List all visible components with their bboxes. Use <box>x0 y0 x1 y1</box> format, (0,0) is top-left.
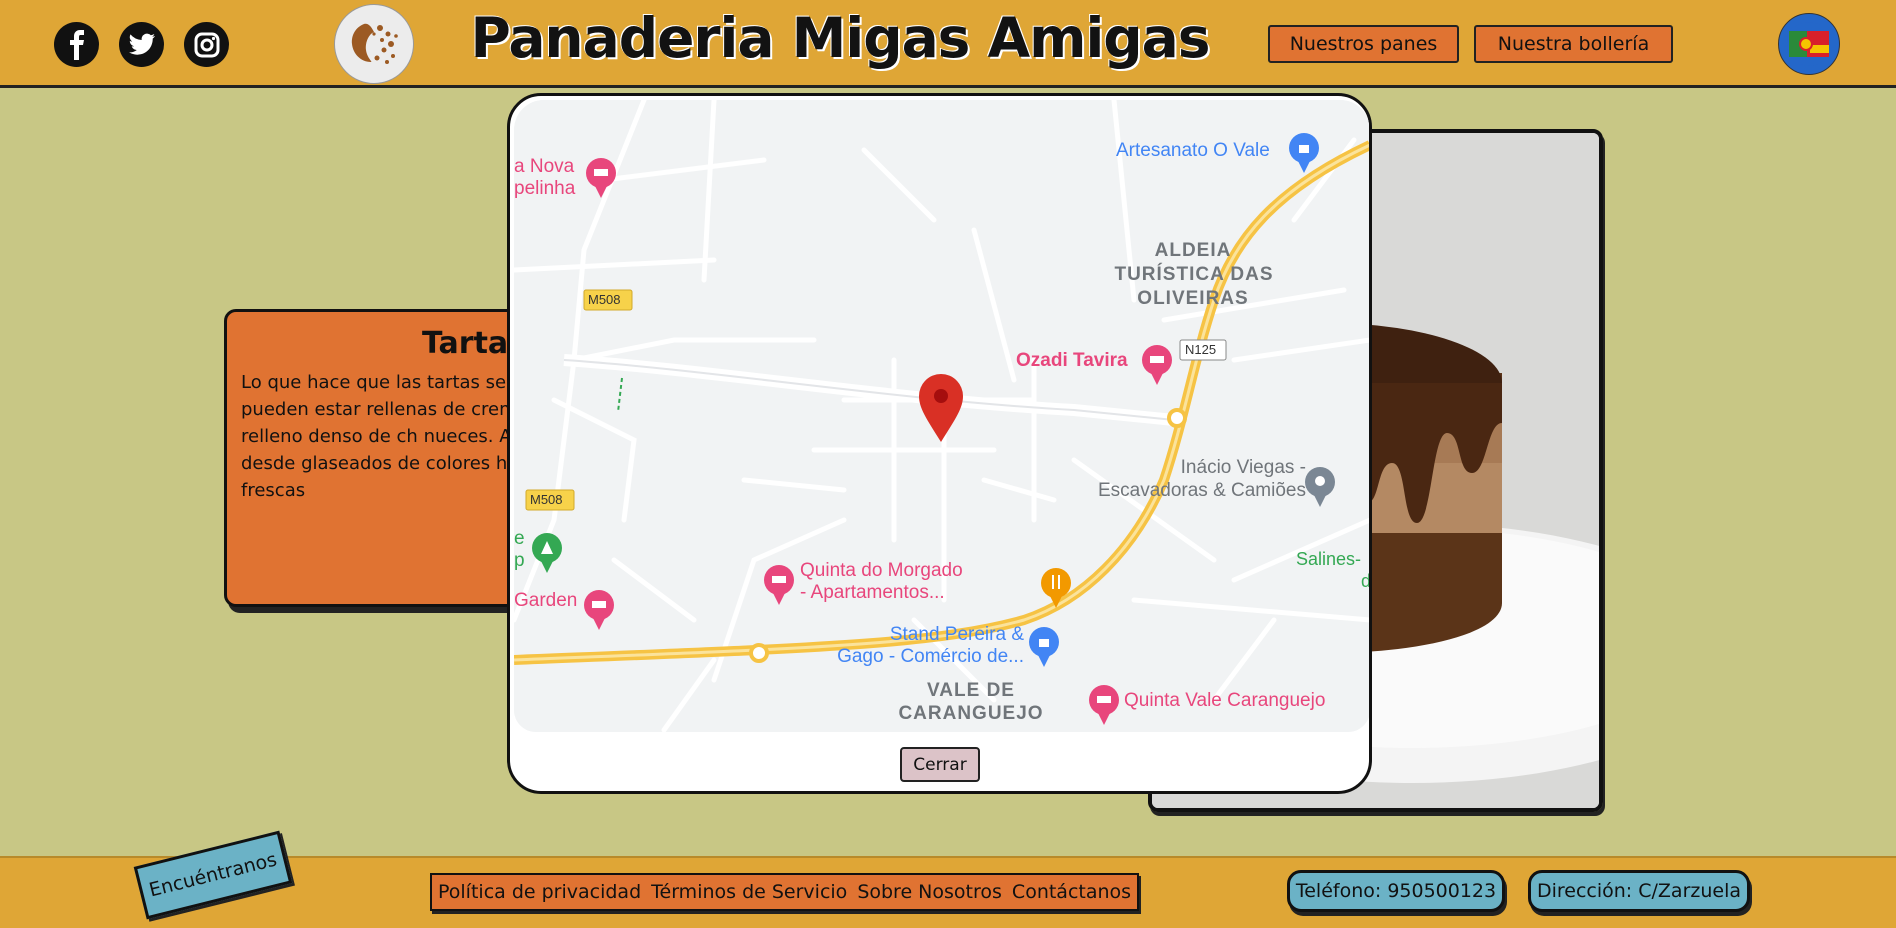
road-shield: M508 <box>530 492 563 507</box>
contact-link[interactable]: Contáctanos <box>1012 881 1131 903</box>
phone-badge: Teléfono: 950500123 <box>1287 870 1505 912</box>
privacy-policy-link[interactable]: Política de privacidad <box>438 881 641 903</box>
nav-breads-button[interactable]: Nuestros panes <box>1268 25 1459 63</box>
map-label: a Nova <box>514 156 575 177</box>
map-label: CARANGUEJO <box>898 703 1044 724</box>
map-label: Artesanato O Vale <box>1116 140 1270 161</box>
bakery-logo[interactable] <box>334 4 414 84</box>
site-title: Panaderia Migas Amigas <box>470 6 1210 70</box>
terms-of-service-link[interactable]: Términos de Servicio <box>651 881 847 903</box>
nav-pastries-button[interactable]: Nuestra bollería <box>1474 25 1673 63</box>
about-us-link[interactable]: Sobre Nosotros <box>857 881 1002 903</box>
map-label: p <box>514 550 525 571</box>
close-modal-button[interactable]: Cerrar <box>900 747 980 782</box>
footer-links: Política de privacidad Términos de Servi… <box>430 873 1140 911</box>
map-label: e <box>514 528 525 549</box>
facebook-icon[interactable] <box>54 22 99 67</box>
map-label: Stand Pereira & <box>889 624 1024 645</box>
map-label: d <box>1361 571 1369 592</box>
location-modal: a Nova pelinha Artesanato O Vale ALDEIA … <box>507 93 1372 794</box>
map-label: Ozadi Tavira <box>1016 350 1128 371</box>
language-flag-button[interactable] <box>1778 13 1840 75</box>
map-label: ALDEIA <box>1154 240 1232 261</box>
road-shield: N125 <box>1185 342 1217 357</box>
map-label: OLIVEIRAS <box>1137 288 1249 309</box>
location-map[interactable]: a Nova pelinha Artesanato O Vale ALDEIA … <box>514 100 1369 732</box>
map-label: Salines- <box>1296 549 1362 569</box>
map-label: Escavadoras & Camiões <box>1097 480 1306 501</box>
map-label: pelinha <box>514 178 576 199</box>
site-header: Panaderia Migas Amigas Nuestros panes Nu… <box>0 0 1896 88</box>
map-label: - Apartamentos... <box>800 582 945 603</box>
instagram-icon[interactable] <box>184 22 229 67</box>
map-label: Garden <box>514 590 578 611</box>
map-label: Quinta do Morgado <box>800 560 963 581</box>
flag-icon <box>1787 22 1831 66</box>
map-label: Inácio Viegas - <box>1180 457 1306 478</box>
map-label: Quinta Vale Caranguejo <box>1124 690 1326 711</box>
map-label: Gago - Comércio de... <box>837 646 1024 667</box>
twitter-icon[interactable] <box>119 22 164 67</box>
cookie-icon <box>351 23 398 64</box>
map-label: VALE DE <box>927 680 1015 701</box>
map-label: TURÍSTICA DAS <box>1114 264 1274 285</box>
road-shield: M508 <box>588 292 621 307</box>
address-badge: Dirección: C/Zarzuela <box>1528 870 1750 912</box>
